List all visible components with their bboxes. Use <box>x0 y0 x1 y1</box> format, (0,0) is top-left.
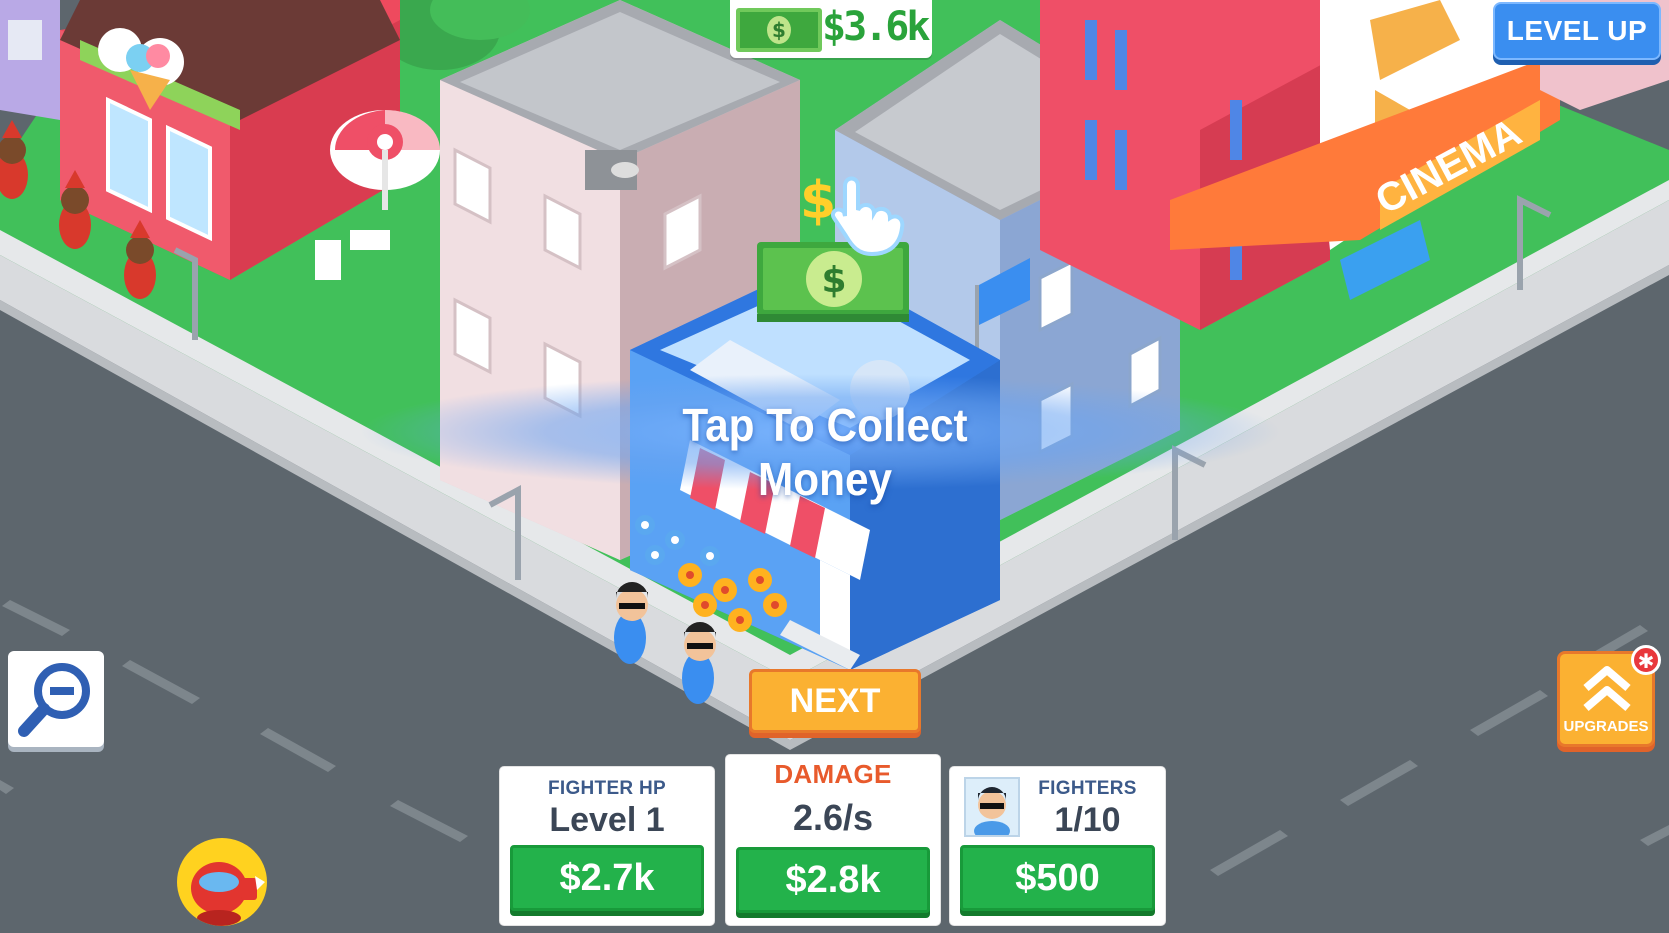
fighter-hp-label: FIGHTER HP <box>547 778 667 799</box>
upgrades-chevron-icon <box>1583 666 1631 712</box>
fighter-avatar-icon <box>191 862 265 926</box>
fighter-hp-buy-button[interactable]: $2.7k <box>510 845 704 911</box>
money-amount: $3.6k <box>822 4 930 50</box>
damage-buy-button[interactable]: $2.8k <box>736 847 930 913</box>
money-bill-icon: $ <box>736 8 822 52</box>
fighters-card: FIGHTERS 1/10 $500 <box>950 767 1165 925</box>
level-up-button[interactable]: LEVEL UP <box>1493 2 1661 60</box>
fighter-avatar-button[interactable] <box>177 838 267 926</box>
svg-text:$: $ <box>800 171 836 231</box>
zoom-out-button[interactable] <box>8 651 104 747</box>
collect-money-hint[interactable]: Tap To Collect Money <box>618 398 1032 506</box>
money-counter: $ $3.6k <box>730 0 932 58</box>
fighter-hp-value: Level 1 <box>549 801 665 839</box>
fighter-hp-card: FIGHTER HP Level 1 $2.7k <box>500 767 714 925</box>
notification-badge: ✱ <box>1631 645 1661 675</box>
damage-value: 2.6/s <box>792 797 874 838</box>
fighters-label: FIGHTERS <box>1038 778 1137 799</box>
upgrades-label: UPGRADES <box>1563 718 1649 735</box>
svg-text:$: $ <box>821 260 846 301</box>
damage-card: DAMAGE 2.6/s $2.8k <box>726 755 940 925</box>
damage-label: DAMAGE <box>774 759 892 789</box>
next-button[interactable]: NEXT <box>749 669 921 733</box>
fighters-buy-button[interactable]: $500 <box>960 845 1155 911</box>
fighters-value: 1/10 <box>1054 801 1121 839</box>
tap-hand-icon: $ <box>800 171 905 257</box>
zoom-out-icon <box>18 663 90 737</box>
